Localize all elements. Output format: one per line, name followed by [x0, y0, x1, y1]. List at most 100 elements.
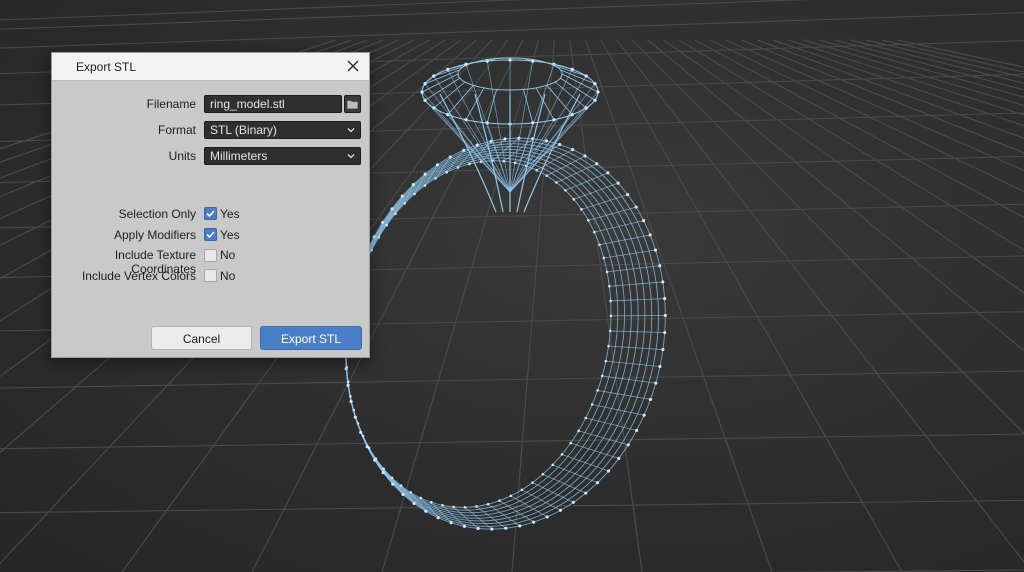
chevron-down-icon: [347, 128, 355, 133]
grid-line: [834, 39, 1024, 91]
grid-line: [819, 39, 1024, 98]
vertex-point: [584, 74, 588, 78]
vertex-point: [531, 59, 535, 63]
grid-line: [0, 370, 1024, 389]
export-stl-button[interactable]: Export STL: [260, 326, 362, 350]
selection-only-state: Yes: [220, 207, 240, 221]
include-vertex-colors-checkbox[interactable]: [204, 269, 217, 282]
vertex-point: [545, 515, 549, 519]
units-select[interactable]: Millimeters: [204, 147, 361, 165]
gem-facet-edge: [465, 59, 485, 65]
band-edge: [594, 220, 644, 233]
include-texture-coordinates-state: No: [220, 248, 236, 262]
dialog-titlebar: Export STL: [52, 53, 369, 81]
vertex-point: [593, 98, 597, 102]
apply-modifiers-checkbox[interactable]: [204, 228, 217, 241]
grid-line: [803, 39, 1024, 107]
apply-modifiers-label: Apply Modifiers: [113, 228, 196, 242]
vertex-point: [552, 118, 556, 122]
chevron-down-icon: [347, 154, 355, 159]
gem-facet-edge: [554, 81, 587, 109]
band-edge: [608, 345, 663, 350]
vertex-point: [590, 403, 594, 406]
include-vertex-colors-state: No: [220, 269, 236, 283]
prong: [439, 93, 497, 213]
grid-line: [756, 39, 1024, 139]
folder-icon: [347, 100, 358, 109]
gem-facet-edge: [433, 65, 466, 77]
vertex-point: [661, 280, 665, 284]
prong: [523, 93, 581, 213]
vertex-point: [635, 428, 639, 432]
vertex-point: [608, 284, 611, 288]
vertex-point: [423, 98, 427, 102]
vertex-point: [604, 359, 608, 363]
band-edge: [570, 442, 619, 459]
vertex-point: [446, 67, 450, 71]
band-edge: [602, 375, 656, 384]
grid-line: [647, 39, 1024, 352]
vertex-point: [609, 314, 613, 318]
vertex-point: [485, 59, 489, 63]
grid-line: [866, 39, 1024, 78]
vertex-point: [663, 313, 667, 318]
vertex-point: [602, 256, 606, 260]
grid-line: [0, 433, 1024, 450]
filename-label: Filename: [146, 97, 196, 111]
browse-folder-button[interactable]: [344, 95, 361, 113]
cancel-button[interactable]: Cancel: [151, 326, 252, 350]
band-edge: [573, 182, 619, 200]
gem-facet-edge: [546, 85, 573, 115]
vertex-point: [349, 399, 353, 404]
vertex-point: [642, 218, 646, 223]
grid-line: [0, 499, 1024, 514]
vertex-point: [661, 347, 665, 352]
gem-facet-edge: [447, 85, 474, 115]
grid-line: [616, 39, 1024, 563]
include-vertex-colors-label: Include Vertex Colors: [81, 269, 196, 283]
vertex-point: [658, 264, 662, 268]
vertex-point: [584, 416, 588, 420]
vertex-point: [558, 508, 563, 512]
vertex-point: [663, 296, 667, 301]
vertex-point: [584, 106, 588, 110]
vertex-point: [596, 90, 600, 94]
selection-only-label: Selection Only: [118, 207, 196, 221]
vertex-point: [653, 248, 658, 252]
close-button[interactable]: [343, 56, 363, 76]
check-icon: [206, 231, 215, 239]
vertex-point: [570, 67, 574, 71]
vertex-point: [642, 413, 646, 417]
vertex-point: [609, 299, 612, 303]
format-select-value: STL (Binary): [210, 123, 277, 137]
include-texture-coordinates-checkbox[interactable]: [204, 249, 217, 262]
filename-input[interactable]: ring_model.stl: [204, 95, 342, 113]
vertex-point: [648, 233, 652, 237]
band-edge: [597, 390, 651, 400]
vertex-point: [596, 389, 599, 392]
vertex-point: [570, 147, 575, 152]
vertex-point: [464, 62, 468, 66]
band-edge: [561, 454, 609, 472]
format-select[interactable]: STL (Binary): [204, 121, 361, 139]
dialog-title: Export STL: [76, 60, 137, 74]
gem-facet-edge: [535, 87, 555, 120]
vertex-point: [423, 82, 427, 86]
vertex-point: [558, 142, 562, 147]
grid-line: [0, 0, 810, 30]
units-select-value: Millimeters: [210, 149, 268, 163]
vertex-point: [593, 82, 597, 86]
grid-line: [631, 39, 1024, 435]
vertex-point: [605, 270, 609, 274]
format-label: Format: [157, 123, 196, 137]
gem-facet-edge: [554, 65, 587, 77]
grid-line: [0, 12, 1024, 49]
units-label: Units: [168, 149, 196, 163]
vertex-point: [648, 397, 653, 402]
vertex-point: [663, 330, 667, 335]
gem-pavilion-edge: [509, 75, 587, 193]
vertex-point: [432, 74, 436, 78]
grid-line: [709, 39, 1024, 193]
selection-only-checkbox[interactable]: [204, 207, 217, 220]
vertex-point: [464, 118, 468, 122]
